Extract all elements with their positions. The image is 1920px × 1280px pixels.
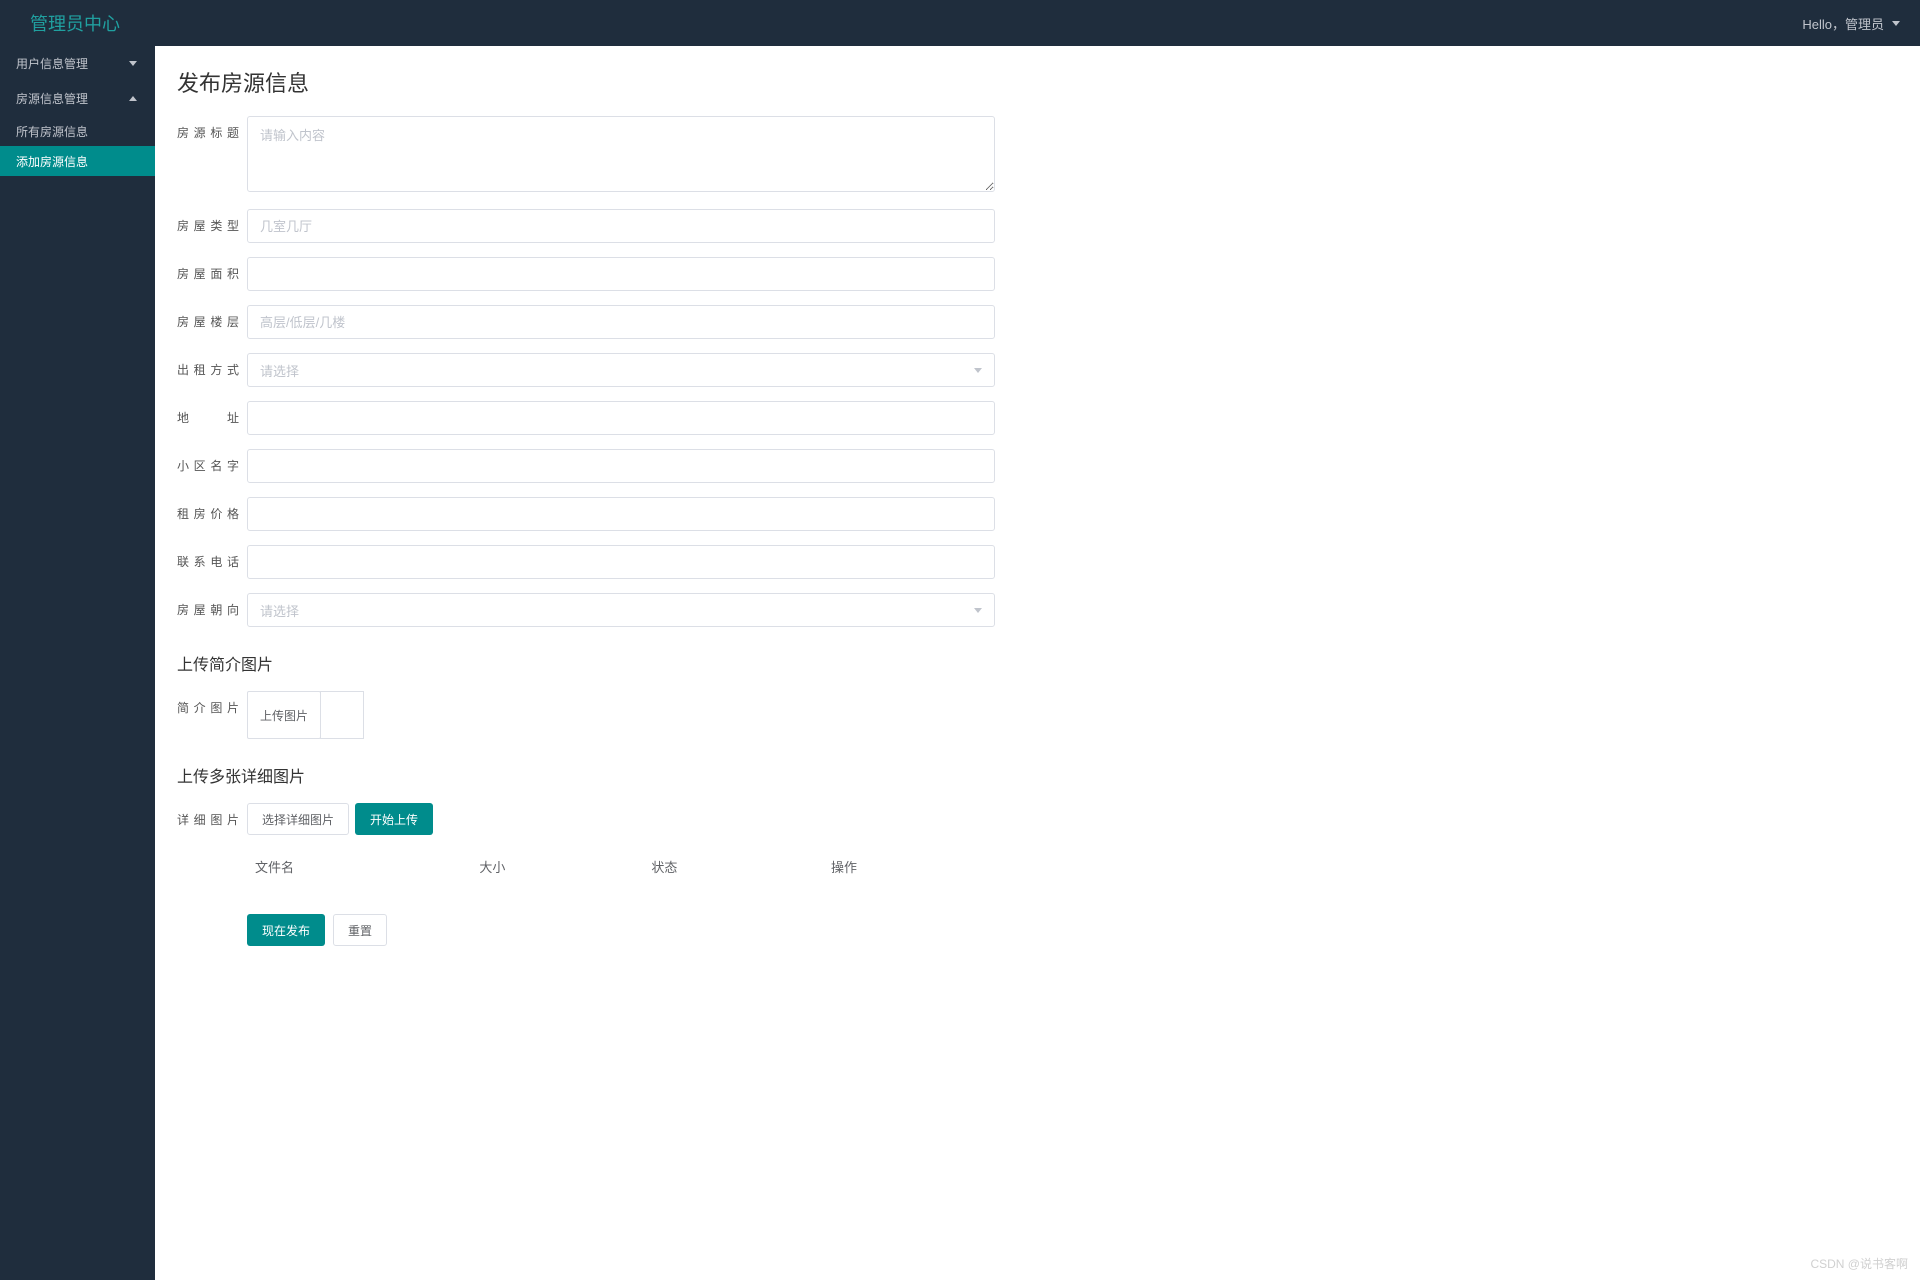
chevron-down-icon bbox=[129, 61, 137, 66]
sidebar-item-user-info[interactable]: 用户信息管理 bbox=[0, 46, 155, 81]
chevron-up-icon bbox=[129, 96, 137, 101]
label-community: 小区名字 bbox=[177, 449, 239, 474]
sidebar-label: 房源信息管理 bbox=[16, 90, 88, 107]
row-detail-img: 详细图片 选择详细图片 开始上传 文件名 大小 状态 操作 bbox=[177, 803, 995, 886]
row-phone: 联系电话 bbox=[177, 545, 995, 579]
th-action: 操作 bbox=[823, 847, 995, 886]
start-upload-button[interactable]: 开始上传 bbox=[355, 803, 433, 835]
sidebar: 用户信息管理 房源信息管理 所有房源信息 添加房源信息 bbox=[0, 46, 155, 1280]
phone-input[interactable] bbox=[247, 545, 995, 579]
row-simple-img: 简介图片 上传图片 bbox=[177, 691, 995, 739]
floor-input[interactable] bbox=[247, 305, 995, 339]
caret-down-icon bbox=[974, 368, 982, 373]
page-title: 发布房源信息 bbox=[177, 66, 995, 98]
greeting-text: Hello，管理员 bbox=[1802, 14, 1884, 33]
user-dropdown[interactable]: Hello，管理员 bbox=[1802, 14, 1900, 33]
label-detail-img: 详细图片 bbox=[177, 803, 239, 828]
label-price: 租房价格 bbox=[177, 497, 239, 522]
sidebar-sublabel: 所有房源信息 bbox=[16, 123, 88, 140]
select-placeholder: 请选择 bbox=[260, 361, 299, 380]
row-area: 房屋面积 bbox=[177, 257, 995, 291]
orientation-select[interactable]: 请选择 bbox=[247, 593, 995, 627]
row-price: 租房价格 bbox=[177, 497, 995, 531]
row-address: 地 址 bbox=[177, 401, 995, 435]
th-status: 状态 bbox=[643, 847, 823, 886]
brand-title: 管理员中心 bbox=[30, 10, 120, 36]
section-title-simple-upload: 上传简介图片 bbox=[177, 651, 995, 675]
sidebar-subitem-all-listings[interactable]: 所有房源信息 bbox=[0, 116, 155, 146]
community-input[interactable] bbox=[247, 449, 995, 483]
th-size: 大小 bbox=[471, 847, 643, 886]
label-type: 房屋类型 bbox=[177, 209, 239, 234]
label-orientation: 房屋朝向 bbox=[177, 593, 239, 618]
label-address: 地 址 bbox=[177, 401, 239, 426]
label-phone: 联系电话 bbox=[177, 545, 239, 570]
select-detail-image-button[interactable]: 选择详细图片 bbox=[247, 803, 349, 835]
type-input[interactable] bbox=[247, 209, 995, 243]
price-input[interactable] bbox=[247, 497, 995, 531]
image-preview-box bbox=[320, 691, 364, 739]
sidebar-label: 用户信息管理 bbox=[16, 55, 88, 72]
label-title: 房源标题 bbox=[177, 116, 239, 141]
upload-table: 文件名 大小 状态 操作 bbox=[247, 847, 995, 886]
rent-mode-select[interactable]: 请选择 bbox=[247, 353, 995, 387]
label-rent-mode: 出租方式 bbox=[177, 353, 239, 378]
header: 管理员中心 Hello，管理员 bbox=[0, 0, 1920, 46]
section-title-detail-upload: 上传多张详细图片 bbox=[177, 763, 995, 787]
select-placeholder: 请选择 bbox=[260, 601, 299, 620]
row-title: 房源标题 bbox=[177, 116, 995, 195]
sidebar-item-listing-info[interactable]: 房源信息管理 bbox=[0, 81, 155, 116]
row-orientation: 房屋朝向 请选择 bbox=[177, 593, 995, 627]
row-floor: 房屋楼层 bbox=[177, 305, 995, 339]
area-input[interactable] bbox=[247, 257, 995, 291]
publish-button[interactable]: 现在发布 bbox=[247, 914, 325, 946]
label-area: 房屋面积 bbox=[177, 257, 239, 282]
caret-down-icon bbox=[1892, 21, 1900, 26]
main-content: 发布房源信息 房源标题 房屋类型 房屋面积 房屋楼层 出租方式 请选择 bbox=[155, 46, 1025, 976]
address-input[interactable] bbox=[247, 401, 995, 435]
label-floor: 房屋楼层 bbox=[177, 305, 239, 330]
label-simple-img: 简介图片 bbox=[177, 691, 239, 716]
sidebar-sublabel: 添加房源信息 bbox=[16, 153, 88, 170]
form-actions: 现在发布 重置 bbox=[247, 914, 995, 946]
caret-down-icon bbox=[974, 608, 982, 613]
watermark: CSDN @说书客啊 bbox=[1810, 1255, 1908, 1272]
sidebar-subitem-add-listing[interactable]: 添加房源信息 bbox=[0, 146, 155, 176]
row-community: 小区名字 bbox=[177, 449, 995, 483]
row-type: 房屋类型 bbox=[177, 209, 995, 243]
reset-button[interactable]: 重置 bbox=[333, 914, 387, 946]
th-filename: 文件名 bbox=[247, 847, 471, 886]
row-rent-mode: 出租方式 请选择 bbox=[177, 353, 995, 387]
upload-image-button[interactable]: 上传图片 bbox=[247, 691, 321, 739]
title-textarea[interactable] bbox=[247, 116, 995, 192]
